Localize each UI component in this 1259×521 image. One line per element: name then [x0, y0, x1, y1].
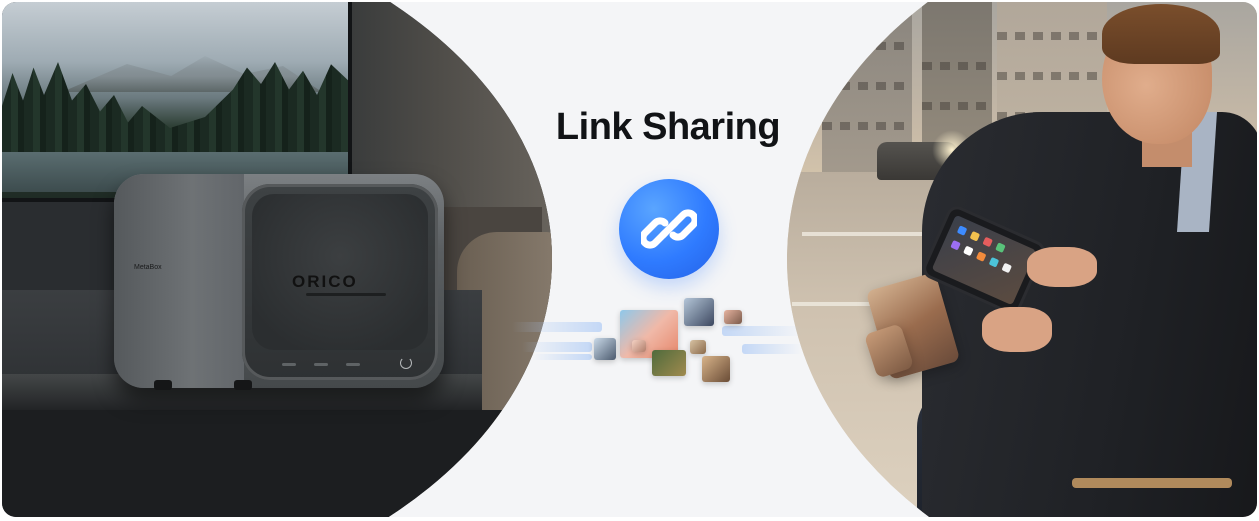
photo-thumbnail [702, 356, 730, 382]
photo-thumbnail [594, 338, 616, 360]
link-badge [619, 179, 719, 279]
link-icon [641, 209, 697, 249]
photo-thumbnail [684, 298, 714, 326]
page-title: Link Sharing [555, 106, 781, 148]
nas-status-leds [262, 357, 422, 370]
man-with-tablet-photo [787, 2, 1257, 517]
photo-thumbnail [724, 310, 742, 324]
tv-screen [2, 2, 352, 202]
nas-brand-logo: ORICO [292, 272, 358, 291]
nas-front-panel: ORICO [242, 184, 438, 380]
link-sharing-banner: MetaBox ORICO Link Sharing [2, 2, 1257, 517]
nas-model-label: MetaBox [134, 264, 162, 271]
shared-photos-cluster [512, 292, 812, 402]
photo-thumbnail [632, 340, 646, 352]
power-icon [400, 357, 412, 369]
nas-living-room-photo: MetaBox ORICO [2, 2, 552, 517]
photo-thumbnail [652, 350, 686, 376]
photo-thumbnail [690, 340, 706, 354]
nas-device: MetaBox ORICO [114, 174, 444, 390]
